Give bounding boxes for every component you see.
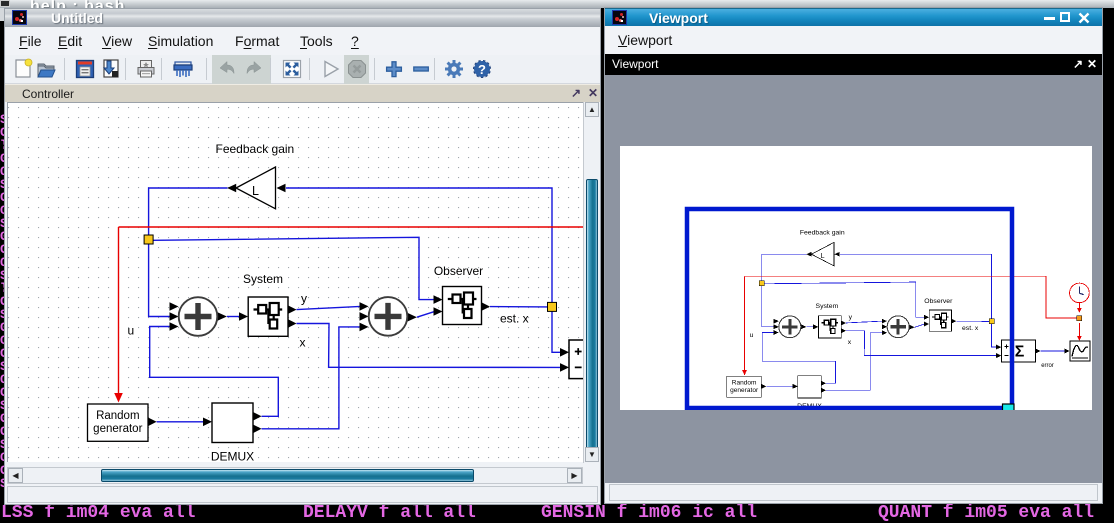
- svg-text:?: ?: [478, 62, 486, 77]
